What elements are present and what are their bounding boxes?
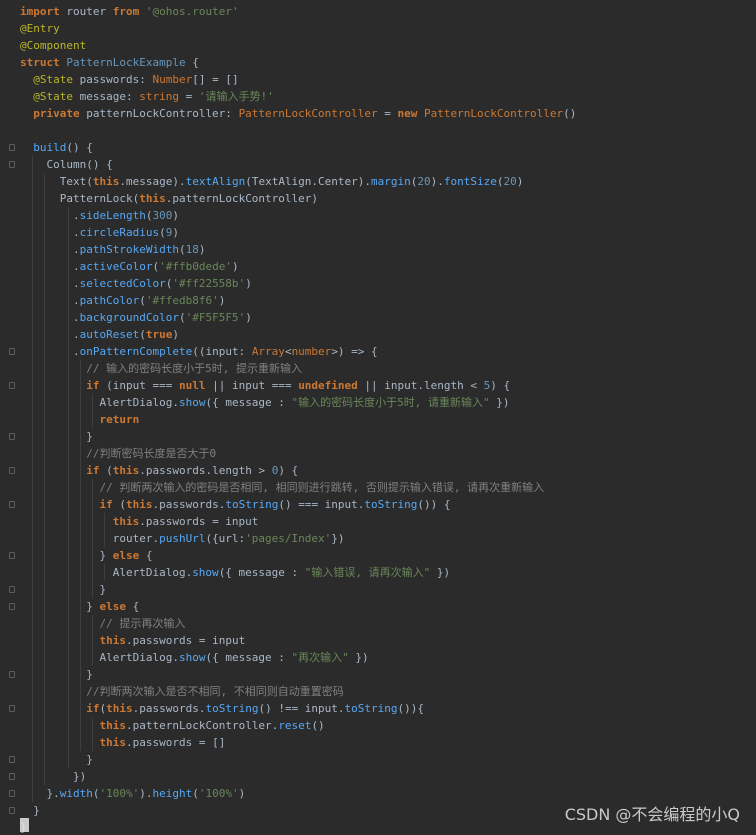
code-line[interactable]: }) — [20, 768, 86, 785]
code-line[interactable]: if (input === null || input === undefine… — [20, 377, 510, 394]
code-line[interactable]: @State message: string = '请输入手势!' — [20, 88, 273, 105]
code-editor[interactable]: import router from '@ohos.router' @Entry @… — [0, 0, 756, 835]
code-line[interactable]: .pathColor('#ffedb8f6') — [20, 292, 225, 309]
code-line[interactable]: AlertDialog.show({ message : "再次输入" }) — [20, 649, 368, 666]
fold-marker-icon[interactable] — [9, 773, 15, 780]
code-line[interactable]: .onPatternComplete((input: Array<number>… — [20, 343, 378, 360]
fold-marker-icon[interactable] — [9, 433, 15, 440]
fold-marker-icon[interactable] — [9, 552, 15, 559]
indent-guide — [104, 564, 105, 581]
fold-marker-icon[interactable] — [9, 348, 15, 355]
code-line[interactable]: this.passwords = input — [20, 632, 245, 649]
code-line[interactable]: // 判断两次输入的密码是否相同, 相同则进行跳转, 否则提示输入错误, 请再次… — [20, 479, 544, 496]
watermark-text: CSDN @不会编程的小Q — [564, 805, 740, 824]
code-line[interactable]: .backgroundColor('#F5F5F5') — [20, 309, 252, 326]
indent-guide — [92, 479, 93, 598]
indent-guide — [68, 207, 69, 768]
code-line[interactable]: build() { — [20, 139, 93, 156]
code-line[interactable]: @Entry — [20, 20, 60, 37]
code-line[interactable]: import router from '@ohos.router' — [20, 3, 239, 20]
code-line[interactable]: private patternLockController: PatternLo… — [20, 105, 576, 122]
fold-marker-icon[interactable] — [9, 501, 15, 508]
fold-marker-icon[interactable] — [9, 790, 15, 797]
fold-marker-icon[interactable] — [9, 603, 15, 610]
fold-marker-icon[interactable] — [9, 756, 15, 763]
code-line[interactable]: .pathStrokeWidth(18) — [20, 241, 205, 258]
code-line[interactable]: Text(this.message).textAlign(TextAlign.C… — [20, 173, 524, 190]
code-line[interactable]: }.width('100%').height('100%') — [20, 785, 245, 802]
fold-marker-icon[interactable] — [9, 161, 15, 168]
code-line[interactable]: .selectedColor('#ff22558b') — [20, 275, 252, 292]
fold-marker-icon[interactable] — [9, 705, 15, 712]
code-line[interactable]: this.passwords = input — [20, 513, 259, 530]
indent-guide — [92, 717, 93, 751]
code-line[interactable]: } — [20, 666, 93, 683]
fold-marker-icon[interactable] — [9, 586, 15, 593]
code-line[interactable]: } — [20, 751, 93, 768]
code-line[interactable]: .activeColor('#ffb0dede') — [20, 258, 239, 275]
text-cursor — [20, 818, 29, 832]
code-line[interactable]: this.passwords = [] — [20, 734, 225, 751]
indent-guide — [92, 394, 93, 428]
code-line[interactable]: AlertDialog.show({ message : "输入的密码长度小于5… — [20, 394, 509, 411]
indent-guide — [44, 173, 45, 785]
fold-marker-icon[interactable] — [9, 144, 15, 151]
code-line[interactable]: } else { — [20, 547, 152, 564]
fold-marker-icon[interactable] — [9, 467, 15, 474]
fold-marker-icon[interactable] — [9, 671, 15, 678]
code-line[interactable]: } — [20, 802, 40, 819]
code-line[interactable]: struct PatternLockExample { — [20, 54, 199, 71]
code-line[interactable]: AlertDialog.show({ message : "输入错误, 请再次输… — [20, 564, 450, 581]
code-line[interactable]: PatternLock(this.patternLockController) — [20, 190, 318, 207]
code-line[interactable]: //判断密码长度是否大于0 — [20, 445, 216, 462]
fold-marker-icon[interactable] — [9, 807, 15, 814]
code-line[interactable]: @State passwords: Number[] = [] — [20, 71, 238, 88]
editor-gutter — [0, 0, 18, 835]
indent-guide — [104, 513, 105, 547]
indent-guide — [92, 615, 93, 666]
fold-marker-icon[interactable] — [9, 382, 15, 389]
indent-guide — [80, 360, 81, 751]
code-line[interactable]: // 输入的密码长度小于5时, 提示重新输入 — [20, 360, 302, 377]
code-line[interactable]: Column() { — [20, 156, 112, 173]
code-line[interactable]: this.patternLockController.reset() — [20, 717, 324, 734]
code-line[interactable]: if (this.passwords.length > 0) { — [20, 462, 298, 479]
indent-guide — [32, 156, 33, 802]
code-line[interactable]: } — [20, 428, 93, 445]
code-line[interactable]: @Component — [20, 37, 86, 54]
code-line[interactable]: if (this.passwords.toString() === input.… — [20, 496, 450, 513]
